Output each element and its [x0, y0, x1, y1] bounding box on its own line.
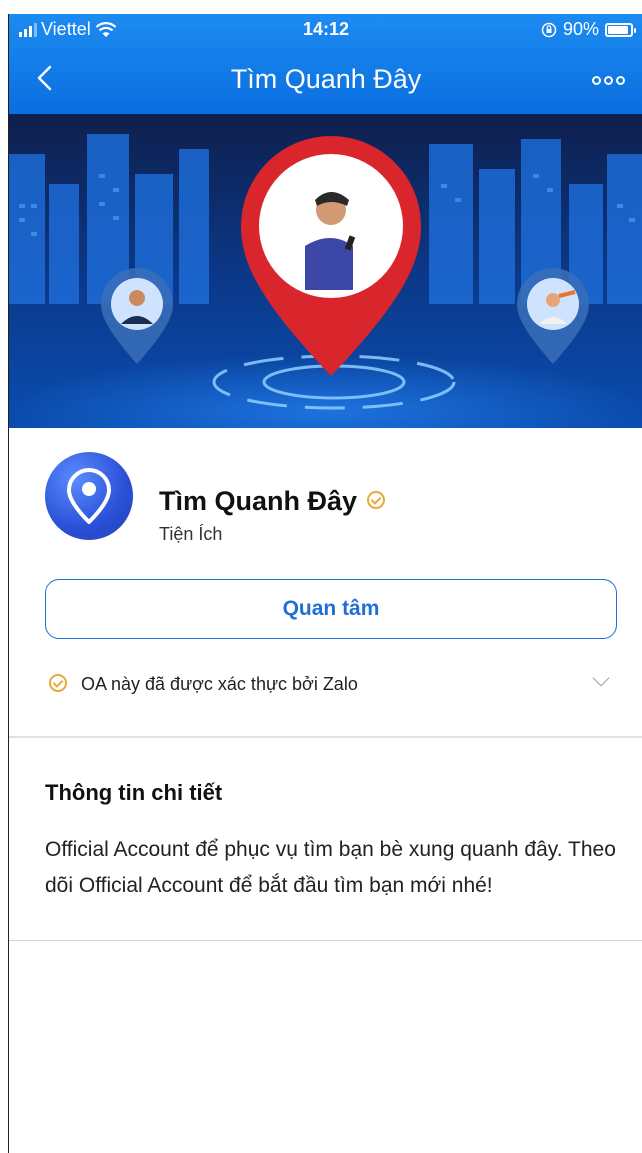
verified-check-icon — [49, 674, 67, 692]
header: Viettel 14:12 90% Tìm Quanh Đây — [9, 14, 642, 114]
verified-check-icon — [367, 490, 386, 509]
details-description: Official Account để phục vụ tìm bạn bè x… — [45, 838, 616, 897]
oa-category: Tiện Ích — [159, 524, 223, 544]
divider — [9, 940, 642, 941]
follow-button[interactable]: Quan tâm — [45, 579, 617, 639]
orientation-lock-icon — [541, 22, 557, 37]
cover-banner — [9, 114, 642, 428]
status-bar: Viettel 14:12 90% — [9, 14, 642, 46]
battery-percent: 90% — [562, 19, 599, 39]
oa-profile: Tìm Quanh Đây Tiện Ích Quan tâm OA này đ… — [9, 428, 642, 738]
location-pin-icon — [67, 468, 111, 524]
oa-name: Tìm Quanh Đây — [159, 486, 386, 517]
details-title: Thông tin chi tiết — [45, 780, 223, 805]
divider — [9, 736, 642, 738]
chevron-down-icon[interactable] — [592, 669, 610, 687]
nav-bar: Tìm Quanh Đây — [9, 58, 642, 102]
details-section: Thông tin chi tiết Official Account để p… — [9, 740, 642, 940]
app-screen: Viettel 14:12 90% Tìm Quanh Đây Tìm Quan… — [8, 14, 642, 1153]
avatar[interactable] — [45, 452, 133, 540]
battery-icon — [605, 22, 636, 37]
more-button[interactable] — [592, 76, 625, 85]
verification-text: OA này đã được xác thực bởi Zalo — [81, 674, 358, 694]
verification-row[interactable]: OA này đã được xác thực bởi Zalo — [45, 669, 617, 696]
oa-name-text: Tìm Quanh Đây — [159, 486, 358, 516]
map-pin-illustration — [9, 114, 642, 428]
more-icon — [592, 76, 601, 85]
page-title: Tìm Quanh Đây — [230, 64, 422, 94]
